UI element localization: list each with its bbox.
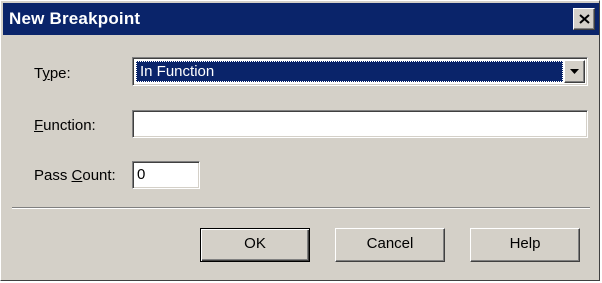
dropdown-button[interactable] xyxy=(564,60,585,83)
help-button[interactable]: Help xyxy=(470,228,580,262)
pass-count-field[interactable]: 0 xyxy=(132,161,200,189)
type-label: Type: xyxy=(34,65,71,82)
cancel-button[interactable]: Cancel xyxy=(335,228,445,262)
ok-button[interactable]: OK xyxy=(200,228,310,262)
function-field[interactable] xyxy=(132,110,588,138)
function-label: Function: xyxy=(34,117,96,134)
dialog-title: New Breakpoint xyxy=(9,9,141,28)
close-icon xyxy=(579,14,590,24)
pass-count-value: 0 xyxy=(137,166,146,183)
pass-count-label: Pass Count: xyxy=(34,167,116,184)
chevron-down-icon xyxy=(570,69,579,74)
close-button[interactable] xyxy=(573,8,595,30)
title-bar[interactable]: New Breakpoint xyxy=(3,3,599,35)
separator xyxy=(12,207,590,209)
type-selected-value: In Function xyxy=(136,61,563,82)
type-dropdown[interactable]: In Function xyxy=(132,57,588,86)
new-breakpoint-dialog: New Breakpoint Type: In Function Functio… xyxy=(0,0,600,281)
